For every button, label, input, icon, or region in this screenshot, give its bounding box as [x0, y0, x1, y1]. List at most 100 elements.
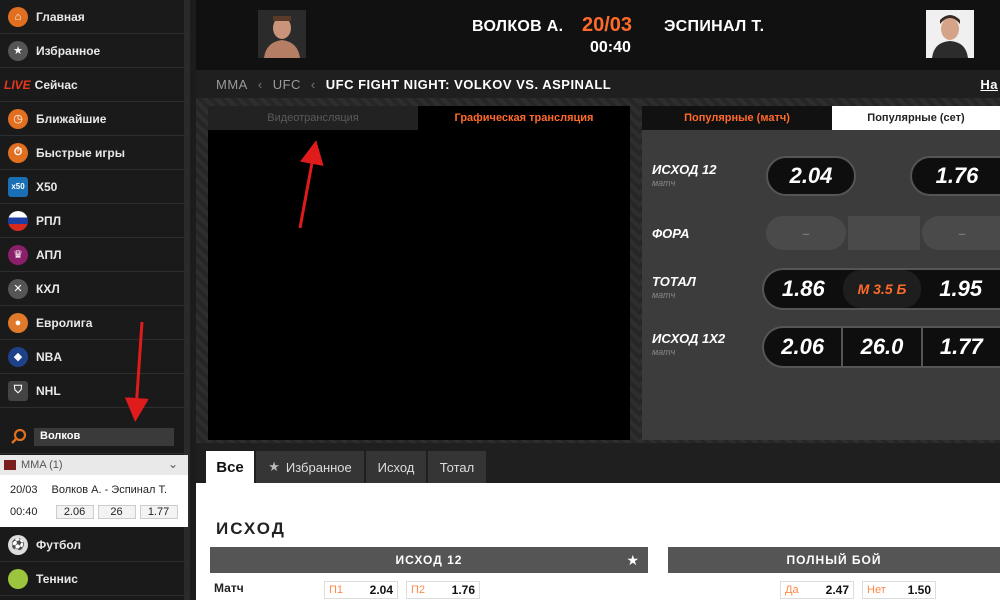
sidebar-item-tennis[interactable]: Теннис	[0, 562, 188, 596]
tab-graphic-broadcast[interactable]: Графическая трансляция	[418, 106, 630, 130]
chevron-down-icon[interactable]: ⌄	[168, 457, 178, 471]
sidebar-item-label: Сейчас	[34, 77, 78, 92]
tab-favorites-label: Избранное	[285, 459, 352, 475]
event-card[interactable]: 20/03 Волков А. - Эспинал Т. 00:40 2.06 …	[0, 475, 188, 527]
x50-icon: x50	[8, 176, 28, 197]
total-line-label: М 3.5 Б	[842, 270, 922, 308]
odd-button-fora-1[interactable]: –	[766, 216, 846, 250]
odd-button-ishod1x2-2[interactable]: 1.77	[920, 328, 1000, 366]
breadcrumb-tail-link[interactable]: На	[980, 77, 998, 92]
sidebar-item-nba[interactable]: ◆ NBA	[0, 340, 188, 374]
odd-tag: П1	[329, 584, 344, 596]
sidebar-item-label: NBA	[36, 349, 62, 364]
odd-p2[interactable]: П2 1.76	[406, 581, 480, 599]
market-name-ishod1x2: ИСХОД 1Х2	[652, 331, 726, 346]
odd-tag: Нет	[867, 584, 886, 596]
epl-icon: ♛	[8, 244, 28, 265]
fighter2-name: ЭСПИНАЛ Т.	[664, 18, 765, 35]
chevron-left-icon: ‹	[257, 76, 263, 92]
tennis-icon	[8, 568, 28, 589]
sidebar-item-khl[interactable]: ✕ КХЛ	[0, 272, 188, 306]
broadcast-screen	[208, 130, 630, 440]
tab-outcome[interactable]: Исход	[366, 451, 426, 483]
sidebar-item-label: КХЛ	[36, 281, 60, 296]
sidebar-item-label: Избранное	[36, 43, 101, 58]
odd-no[interactable]: Нет 1.50	[862, 581, 936, 599]
event-odd-2[interactable]: 1.77	[139, 505, 178, 519]
event-date: 20/03	[10, 484, 38, 496]
breadcrumb-ufc[interactable]: UFC	[273, 77, 301, 92]
star-icon: ★	[8, 40, 28, 61]
sidebar-item-label: X50	[36, 179, 58, 194]
match-date: 20/03	[582, 14, 633, 36]
sidebar-item-football[interactable]: ⚽ Футбол	[0, 528, 188, 562]
odd-button-ishod1x2-1[interactable]: 2.06	[764, 328, 841, 366]
market-tabs-bar: Все ★ Избранное Исход Тотал	[196, 443, 1000, 483]
star-icon[interactable]: ★	[626, 552, 640, 569]
tab-popular-match[interactable]: Популярные (матч)	[642, 106, 832, 130]
odd-value: 2.47	[825, 583, 849, 597]
mma-group-header[interactable]: MMA (1) ⌄	[0, 455, 188, 475]
sidebar-item-label: NHL	[36, 383, 61, 398]
chevron-left-icon: ‹	[310, 76, 316, 92]
football-icon: ⚽	[8, 534, 28, 555]
mma-icon	[4, 460, 16, 470]
tab-total[interactable]: Тотал	[428, 451, 486, 483]
event-odd-1[interactable]: 2.06	[55, 505, 94, 519]
sidebar-item-epl[interactable]: ♛ АПЛ	[0, 238, 188, 272]
odd-value: 1.76	[451, 583, 475, 597]
market-bar-full-fight[interactable]: ПОЛНЫЙ БОЙ	[668, 547, 1000, 573]
market-name-fora: ФОРА	[652, 226, 690, 241]
sidebar-item-label: АПЛ	[36, 247, 62, 262]
sidebar-item-label: Евролига	[36, 315, 93, 330]
sidebar-item-label: Ближайшие	[36, 111, 107, 126]
clock-icon: ◷	[8, 108, 28, 129]
sidebar-search: Волков	[0, 420, 188, 454]
sidebar-item-nhl[interactable]: ⛉ NHL	[0, 374, 188, 408]
sidebar-item-rpl[interactable]: РПЛ	[0, 204, 188, 238]
breadcrumb: MMA ‹ UFC ‹ UFC FIGHT NIGHT: VOLKOV VS. …	[196, 70, 1000, 98]
sidebar-item-euroleague[interactable]: ● Евролига	[0, 306, 188, 340]
search-input[interactable]: Волков	[34, 427, 174, 446]
basketball-icon: ●	[8, 312, 28, 333]
odd-button-total-over[interactable]: 1.86	[764, 270, 843, 308]
breadcrumb-mma[interactable]: MMA	[216, 77, 248, 92]
market-sub: матч	[652, 290, 676, 300]
star-icon: ★	[268, 459, 280, 474]
tab-popular-set[interactable]: Популярные (сет)	[832, 106, 1000, 130]
event-odd-x[interactable]: 26	[97, 505, 136, 519]
market-bar-ishod12[interactable]: ИСХОД 12 ★	[210, 547, 648, 573]
sidebar-item-favorites[interactable]: ★ Избранное	[0, 34, 188, 68]
row-label-match: Матч	[214, 581, 244, 595]
odd-yes[interactable]: Да 2.47	[780, 581, 854, 599]
sidebar-item-home[interactable]: ⌂ Главная	[0, 0, 188, 34]
sidebar-item-x50[interactable]: x50 X50	[0, 170, 188, 204]
sidebar-item-upcoming[interactable]: ◷ Ближайшие	[0, 102, 188, 136]
sidebar-item-label: Теннис	[36, 571, 78, 586]
odd-button-ishod12-p2[interactable]: 1.76	[910, 156, 1000, 196]
event-teams: Волков А. - Эспинал Т.	[51, 484, 168, 496]
ishod1x2-odds-group: 2.06 26.0 1.77	[762, 326, 1000, 368]
search-icon	[11, 428, 27, 444]
sidebar-item-label: РПЛ	[36, 213, 62, 228]
tab-favorites[interactable]: ★ Избранное	[256, 451, 364, 483]
odd-button-ishod12-p1[interactable]: 2.04	[766, 156, 856, 196]
fighter1-name: ВОЛКОВ А.	[472, 18, 564, 35]
sidebar: ⌂ Главная ★ Избранное LIVE Сейчас ◷ Ближ…	[0, 0, 190, 600]
odd-button-ishod1x2-x[interactable]: 26.0	[841, 328, 920, 366]
match-header: ВОЛКОВ А. 20/03 00:40 ЭСПИНАЛ Т.	[196, 0, 1000, 70]
tab-video-broadcast[interactable]: Видеотрансляция	[208, 106, 418, 130]
sidebar-item-live[interactable]: LIVE Сейчас	[0, 68, 188, 102]
markets-section: Все ★ Избранное Исход Тотал ИСХОД ИСХОД …	[196, 443, 1000, 600]
fighter2-avatar	[926, 10, 974, 58]
stopwatch-icon: ⏱	[8, 142, 28, 163]
odd-button-fora-2[interactable]: –	[922, 216, 1000, 250]
market-name-ishod12: ИСХОД 12	[652, 162, 717, 177]
odd-p1[interactable]: П1 2.04	[324, 581, 398, 599]
sidebar-item-label: Быстрые игры	[36, 145, 125, 160]
sidebar-item-fast-games[interactable]: ⏱ Быстрые игры	[0, 136, 188, 170]
odd-button-total-under[interactable]: 1.95	[921, 270, 1000, 308]
odd-tag: Да	[785, 584, 799, 596]
odds-body: ИСХОД 12 матч 2.04 1.76 ФОРА – – ТОТАЛ м…	[642, 130, 1000, 440]
tab-all[interactable]: Все	[206, 451, 254, 483]
